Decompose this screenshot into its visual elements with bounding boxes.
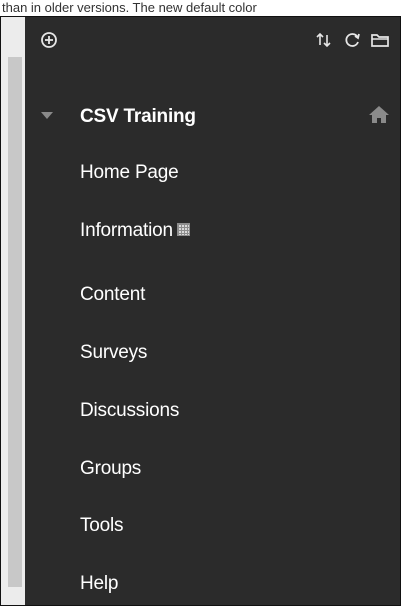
menu-toolbar bbox=[25, 17, 400, 69]
home-icon[interactable] bbox=[367, 103, 391, 127]
menu-item-discussions[interactable]: Discussions bbox=[80, 396, 179, 426]
menu-item-surveys[interactable]: Surveys bbox=[80, 338, 147, 368]
menu-item-information[interactable]: Information bbox=[80, 216, 190, 246]
menu-item-label: Content bbox=[80, 284, 146, 305]
folder-icon[interactable] bbox=[369, 29, 391, 51]
add-menu-item-icon[interactable] bbox=[38, 29, 60, 51]
reorder-icon[interactable] bbox=[313, 29, 335, 51]
menu-item-label: Surveys bbox=[80, 342, 148, 363]
menu-item-home-page[interactable]: Home Page bbox=[80, 158, 179, 188]
course-menu-panel: CSV Training Home Page Information Conte… bbox=[0, 16, 401, 606]
course-header[interactable]: CSV Training bbox=[25, 99, 400, 139]
menu-item-content[interactable]: Content bbox=[80, 280, 145, 310]
collapse-caret-icon[interactable] bbox=[41, 112, 53, 119]
left-gutter bbox=[1, 17, 26, 605]
menu-item-label: Help bbox=[80, 573, 119, 594]
menu-item-label: Discussions bbox=[80, 400, 180, 421]
refresh-icon[interactable] bbox=[342, 29, 364, 51]
top-caption: than in older versions. The new default … bbox=[0, 0, 401, 16]
menu-item-groups[interactable]: Groups bbox=[80, 454, 141, 484]
menu-item-help[interactable]: Help bbox=[80, 569, 118, 599]
content-list-icon bbox=[176, 222, 190, 236]
menu-item-label: Tools bbox=[80, 515, 124, 536]
menu-item-label: Groups bbox=[80, 458, 142, 479]
course-menu: CSV Training Home Page Information Conte… bbox=[25, 17, 400, 605]
menu-item-label: Home Page bbox=[80, 162, 179, 183]
collapse-strip[interactable] bbox=[8, 57, 22, 587]
menu-item-label: Information bbox=[80, 220, 173, 241]
course-title[interactable]: CSV Training bbox=[80, 106, 196, 128]
menu-item-tools[interactable]: Tools bbox=[80, 511, 124, 541]
